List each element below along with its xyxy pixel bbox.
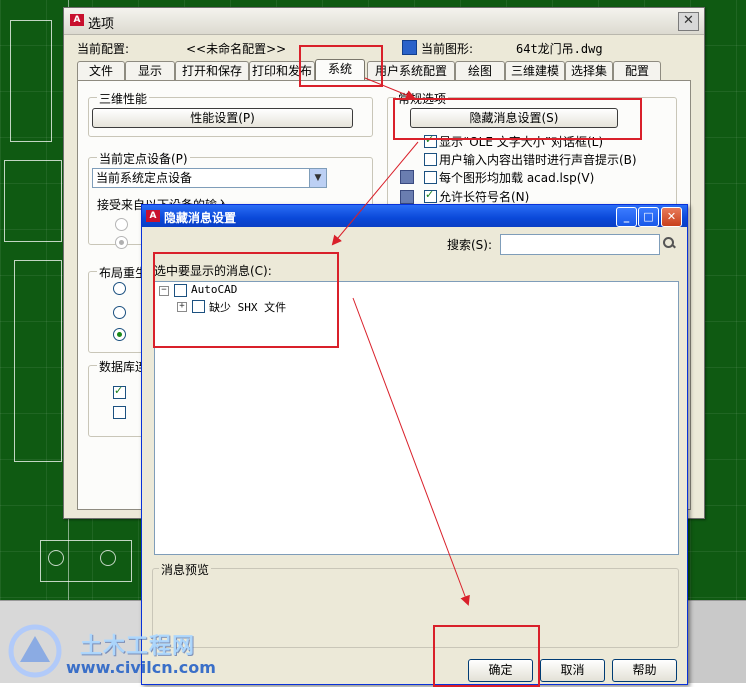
chevron-down-icon[interactable]: ▼ bbox=[309, 169, 326, 187]
regen-radio-2[interactable] bbox=[113, 306, 126, 319]
beep-on-error-label: 用户输入内容出错时进行声音提示(B) bbox=[439, 153, 637, 167]
long-symbol-names-label: 允许长符号名(N) bbox=[439, 190, 530, 204]
maximize-icon[interactable]: □ bbox=[638, 207, 659, 227]
message-preview-title: 消息预览 bbox=[159, 561, 212, 578]
cad-drawing-left-strip bbox=[0, 0, 69, 600]
minimize-icon[interactable]: _ bbox=[616, 207, 637, 227]
load-acad-lsp-label: 每个图形均加载 acad.lsp(V) bbox=[439, 171, 595, 185]
tab-system[interactable]: 系统 bbox=[315, 59, 365, 81]
lisp-icon bbox=[400, 170, 414, 184]
ole-size-label: 显示“OLE 文字大小”对话框(L) bbox=[439, 135, 604, 149]
tree-expand-icon[interactable]: + bbox=[177, 302, 187, 312]
input-radio-both[interactable] bbox=[115, 236, 128, 249]
hidden-messages-title-bar: A 隐藏消息设置 _ □ ✕ bbox=[142, 205, 687, 227]
tree-collapse-icon[interactable]: − bbox=[159, 286, 169, 296]
close-icon[interactable]: ✕ bbox=[661, 207, 682, 227]
ole-size-checkbox[interactable] bbox=[424, 133, 437, 148]
tab-files[interactable]: 文件 bbox=[77, 61, 125, 80]
performance-settings-button[interactable]: 性能设置(P) bbox=[92, 108, 353, 128]
site-watermark: 土木工程网 www.civilcn.com bbox=[0, 618, 230, 683]
search-label: 搜索(S): bbox=[447, 238, 493, 252]
hidden-messages-title: 隐藏消息设置 bbox=[164, 211, 237, 225]
pointing-device-value: 当前系统定点设备 bbox=[96, 171, 193, 185]
3d-performance-title: 三维性能 bbox=[97, 90, 150, 107]
tab-display[interactable]: 显示 bbox=[125, 61, 175, 80]
current-config-label: 当前配置: bbox=[77, 42, 130, 56]
general-options-title: 常规选项 bbox=[396, 90, 449, 107]
general-options-group: 常规选项 隐藏消息设置(S) 显示“OLE 文字大小”对话框(L) 用户输入内容… bbox=[387, 90, 677, 219]
pointing-device-select[interactable]: 当前系统定点设备 ▼ bbox=[92, 168, 327, 188]
watermark-logo-icon bbox=[8, 624, 62, 678]
3d-performance-group: 三维性能 性能设置(P) bbox=[88, 90, 373, 137]
pointing-device-title: 当前定点设备(P) bbox=[97, 150, 190, 167]
options-title: 选项 bbox=[88, 17, 115, 32]
search-input[interactable] bbox=[500, 234, 660, 255]
input-radio-digitizer[interactable] bbox=[115, 218, 128, 231]
magnifier-icon[interactable] bbox=[662, 236, 676, 250]
tab-3d-modeling[interactable]: 三维建模 bbox=[505, 61, 565, 80]
load-acad-lsp-checkbox[interactable] bbox=[424, 171, 437, 184]
tab-selection[interactable]: 选择集 bbox=[565, 61, 613, 80]
beep-on-error-checkbox[interactable] bbox=[424, 153, 437, 166]
regen-radio-1[interactable] bbox=[113, 282, 126, 295]
hidden-messages-dialog: A 隐藏消息设置 _ □ ✕ 搜索(S): 选中要显示的消息(C): − Aut… bbox=[141, 204, 688, 685]
tree-item-missing-shx: 缺少 SHX 文件 bbox=[209, 301, 287, 314]
messages-tree: − AutoCAD + 缺少 SHX 文件 bbox=[154, 281, 679, 555]
current-drawing-value: 64t龙门吊.dwg bbox=[516, 42, 603, 56]
tree-checkbox-autocad[interactable] bbox=[174, 284, 187, 297]
regen-radio-3[interactable] bbox=[113, 328, 126, 341]
db-checkbox-2[interactable] bbox=[113, 406, 126, 419]
current-config-value: <<未命名配置>> bbox=[186, 42, 287, 56]
cancel-button[interactable]: 取消 bbox=[540, 659, 605, 682]
long-symbol-names-checkbox[interactable] bbox=[424, 188, 437, 203]
tab-profiles[interactable]: 配置 bbox=[613, 61, 661, 80]
current-drawing-label: 当前图形: bbox=[421, 42, 474, 56]
tab-plot-publish[interactable]: 打印和发布 bbox=[249, 61, 315, 80]
watermark-name: 土木工程网 bbox=[80, 634, 196, 659]
options-title-bar: A 选项 ✕ bbox=[64, 8, 704, 35]
watermark-url: www.civilcn.com bbox=[66, 658, 216, 677]
symbol-icon bbox=[400, 190, 414, 204]
ok-button[interactable]: 确定 bbox=[468, 659, 533, 682]
hidden-messages-settings-button[interactable]: 隐藏消息设置(S) bbox=[410, 108, 618, 128]
message-preview-group: 消息预览 bbox=[152, 561, 679, 648]
autocad-logo-icon: A bbox=[146, 210, 160, 222]
tab-open-save[interactable]: 打开和保存 bbox=[175, 61, 249, 80]
cad-drawing-bottom bbox=[0, 520, 150, 600]
drawing-file-icon bbox=[402, 40, 417, 55]
tree-item-autocad: AutoCAD bbox=[191, 283, 238, 296]
autocad-logo-icon: A bbox=[70, 14, 84, 26]
tab-user-preferences[interactable]: 用户系统配置 bbox=[367, 61, 455, 80]
tab-drafting[interactable]: 绘图 bbox=[455, 61, 505, 80]
select-messages-label: 选中要显示的消息(C): bbox=[154, 264, 272, 278]
help-button[interactable]: 帮助 bbox=[612, 659, 677, 682]
tree-checkbox-missing-shx[interactable] bbox=[192, 300, 205, 313]
close-icon[interactable]: ✕ bbox=[678, 12, 699, 31]
db-checkbox-1[interactable] bbox=[113, 384, 126, 399]
